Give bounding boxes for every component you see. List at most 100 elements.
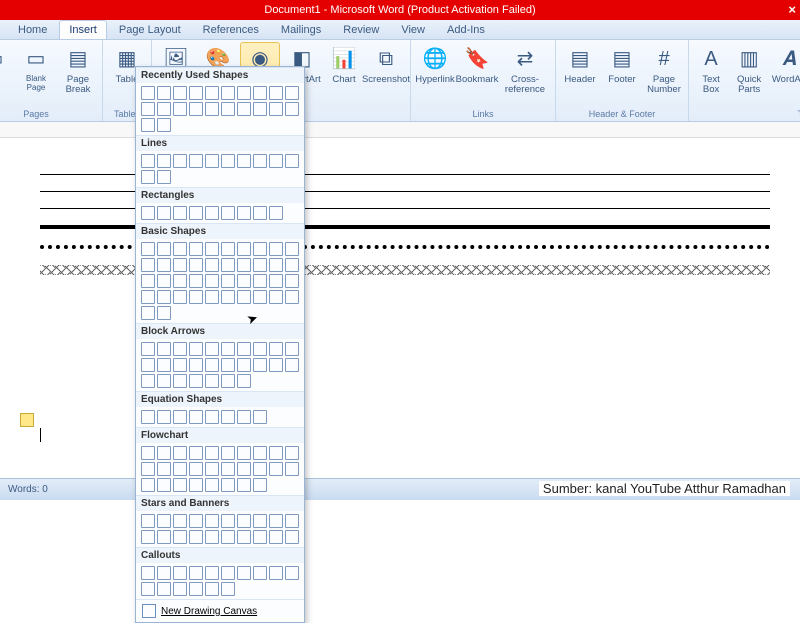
cover-page-button[interactable]: ▭Cover Page bbox=[0, 42, 14, 106]
shape-option[interactable] bbox=[285, 290, 299, 304]
shape-option[interactable] bbox=[189, 342, 203, 356]
shape-option[interactable] bbox=[141, 358, 155, 372]
shape-option[interactable] bbox=[157, 582, 171, 596]
shape-option[interactable] bbox=[141, 582, 155, 596]
shape-option[interactable] bbox=[157, 566, 171, 580]
shape-option[interactable] bbox=[221, 86, 235, 100]
shape-option[interactable] bbox=[157, 358, 171, 372]
shape-option[interactable] bbox=[157, 446, 171, 460]
shape-option[interactable] bbox=[237, 358, 251, 372]
shape-option[interactable] bbox=[173, 462, 187, 476]
shape-option[interactable] bbox=[173, 102, 187, 116]
shape-option[interactable] bbox=[141, 446, 155, 460]
shape-option[interactable] bbox=[173, 514, 187, 528]
shape-option[interactable] bbox=[173, 478, 187, 492]
shape-option[interactable] bbox=[269, 258, 283, 272]
shape-option[interactable] bbox=[253, 290, 267, 304]
shape-option[interactable] bbox=[237, 274, 251, 288]
shape-option[interactable] bbox=[141, 206, 155, 220]
shape-option[interactable] bbox=[253, 446, 267, 460]
screenshot-button[interactable]: ⧉Screenshot bbox=[366, 42, 406, 106]
shape-option[interactable] bbox=[237, 446, 251, 460]
shape-option[interactable] bbox=[285, 462, 299, 476]
shape-option[interactable] bbox=[237, 410, 251, 424]
shape-option[interactable] bbox=[253, 258, 267, 272]
shape-option[interactable] bbox=[189, 290, 203, 304]
shape-option[interactable] bbox=[141, 374, 155, 388]
shape-option[interactable] bbox=[205, 478, 219, 492]
shape-option[interactable] bbox=[157, 306, 171, 320]
shape-option[interactable] bbox=[285, 86, 299, 100]
page-break-button[interactable]: ▤Page Break bbox=[58, 42, 98, 106]
shape-option[interactable] bbox=[269, 462, 283, 476]
document-canvas[interactable] bbox=[0, 138, 800, 478]
shape-option[interactable] bbox=[157, 118, 171, 132]
shape-option[interactable] bbox=[157, 478, 171, 492]
shape-option[interactable] bbox=[205, 258, 219, 272]
shape-option[interactable] bbox=[221, 258, 235, 272]
shape-option[interactable] bbox=[253, 342, 267, 356]
word-count[interactable]: Words: 0 bbox=[8, 484, 48, 495]
shape-option[interactable] bbox=[253, 206, 267, 220]
shape-option[interactable] bbox=[237, 342, 251, 356]
quick-parts-button[interactable]: ▥Quick Parts bbox=[731, 42, 767, 106]
shape-option[interactable] bbox=[205, 358, 219, 372]
header-button[interactable]: ▤Header bbox=[560, 42, 600, 106]
shape-option[interactable] bbox=[221, 290, 235, 304]
shape-option[interactable] bbox=[141, 478, 155, 492]
shape-option[interactable] bbox=[269, 566, 283, 580]
shape-option[interactable] bbox=[269, 514, 283, 528]
shape-option[interactable] bbox=[205, 566, 219, 580]
shape-option[interactable] bbox=[189, 358, 203, 372]
shape-option[interactable] bbox=[285, 274, 299, 288]
shape-option[interactable] bbox=[173, 374, 187, 388]
shape-option[interactable] bbox=[269, 86, 283, 100]
footer-button[interactable]: ▤Footer bbox=[602, 42, 642, 106]
shape-option[interactable] bbox=[189, 514, 203, 528]
hyperlink-button[interactable]: 🌐Hyperlink bbox=[415, 42, 455, 106]
shape-option[interactable] bbox=[237, 290, 251, 304]
shape-option[interactable] bbox=[141, 242, 155, 256]
shape-option[interactable] bbox=[269, 530, 283, 544]
shape-option[interactable] bbox=[189, 154, 203, 168]
shape-option[interactable] bbox=[237, 242, 251, 256]
shape-option[interactable] bbox=[141, 290, 155, 304]
shape-option[interactable] bbox=[189, 530, 203, 544]
shape-option[interactable] bbox=[173, 410, 187, 424]
shape-option[interactable] bbox=[189, 242, 203, 256]
shape-option[interactable] bbox=[157, 86, 171, 100]
shape-option[interactable] bbox=[189, 86, 203, 100]
chart-button[interactable]: 📊Chart bbox=[324, 42, 364, 106]
shape-option[interactable] bbox=[237, 258, 251, 272]
shape-option[interactable] bbox=[205, 374, 219, 388]
shape-option[interactable] bbox=[237, 374, 251, 388]
shape-option[interactable] bbox=[141, 274, 155, 288]
page-number-button[interactable]: #Page Number bbox=[644, 42, 684, 106]
shape-option[interactable] bbox=[173, 242, 187, 256]
shape-option[interactable] bbox=[269, 358, 283, 372]
text-box-button[interactable]: AText Box bbox=[693, 42, 729, 106]
shape-option[interactable] bbox=[157, 290, 171, 304]
shape-option[interactable] bbox=[205, 462, 219, 476]
shape-option[interactable] bbox=[141, 410, 155, 424]
shapes-dropdown[interactable]: Recently Used ShapesLinesRectanglesBasic… bbox=[135, 66, 305, 623]
shape-option[interactable] bbox=[237, 514, 251, 528]
shape-option[interactable] bbox=[205, 242, 219, 256]
shape-option[interactable] bbox=[285, 154, 299, 168]
shape-option[interactable] bbox=[173, 154, 187, 168]
shape-option[interactable] bbox=[205, 154, 219, 168]
shape-option[interactable] bbox=[189, 274, 203, 288]
shape-option[interactable] bbox=[285, 446, 299, 460]
shape-option[interactable] bbox=[173, 290, 187, 304]
tab-add-ins[interactable]: Add-Ins bbox=[437, 20, 495, 39]
shape-option[interactable] bbox=[253, 566, 267, 580]
shape-option[interactable] bbox=[237, 154, 251, 168]
shape-option[interactable] bbox=[157, 102, 171, 116]
tab-mailings[interactable]: Mailings bbox=[271, 20, 331, 39]
tab-insert[interactable]: Insert bbox=[59, 20, 107, 39]
shape-option[interactable] bbox=[157, 170, 171, 184]
shape-option[interactable] bbox=[205, 514, 219, 528]
shape-option[interactable] bbox=[221, 514, 235, 528]
shape-option[interactable] bbox=[157, 462, 171, 476]
shape-option[interactable] bbox=[221, 242, 235, 256]
